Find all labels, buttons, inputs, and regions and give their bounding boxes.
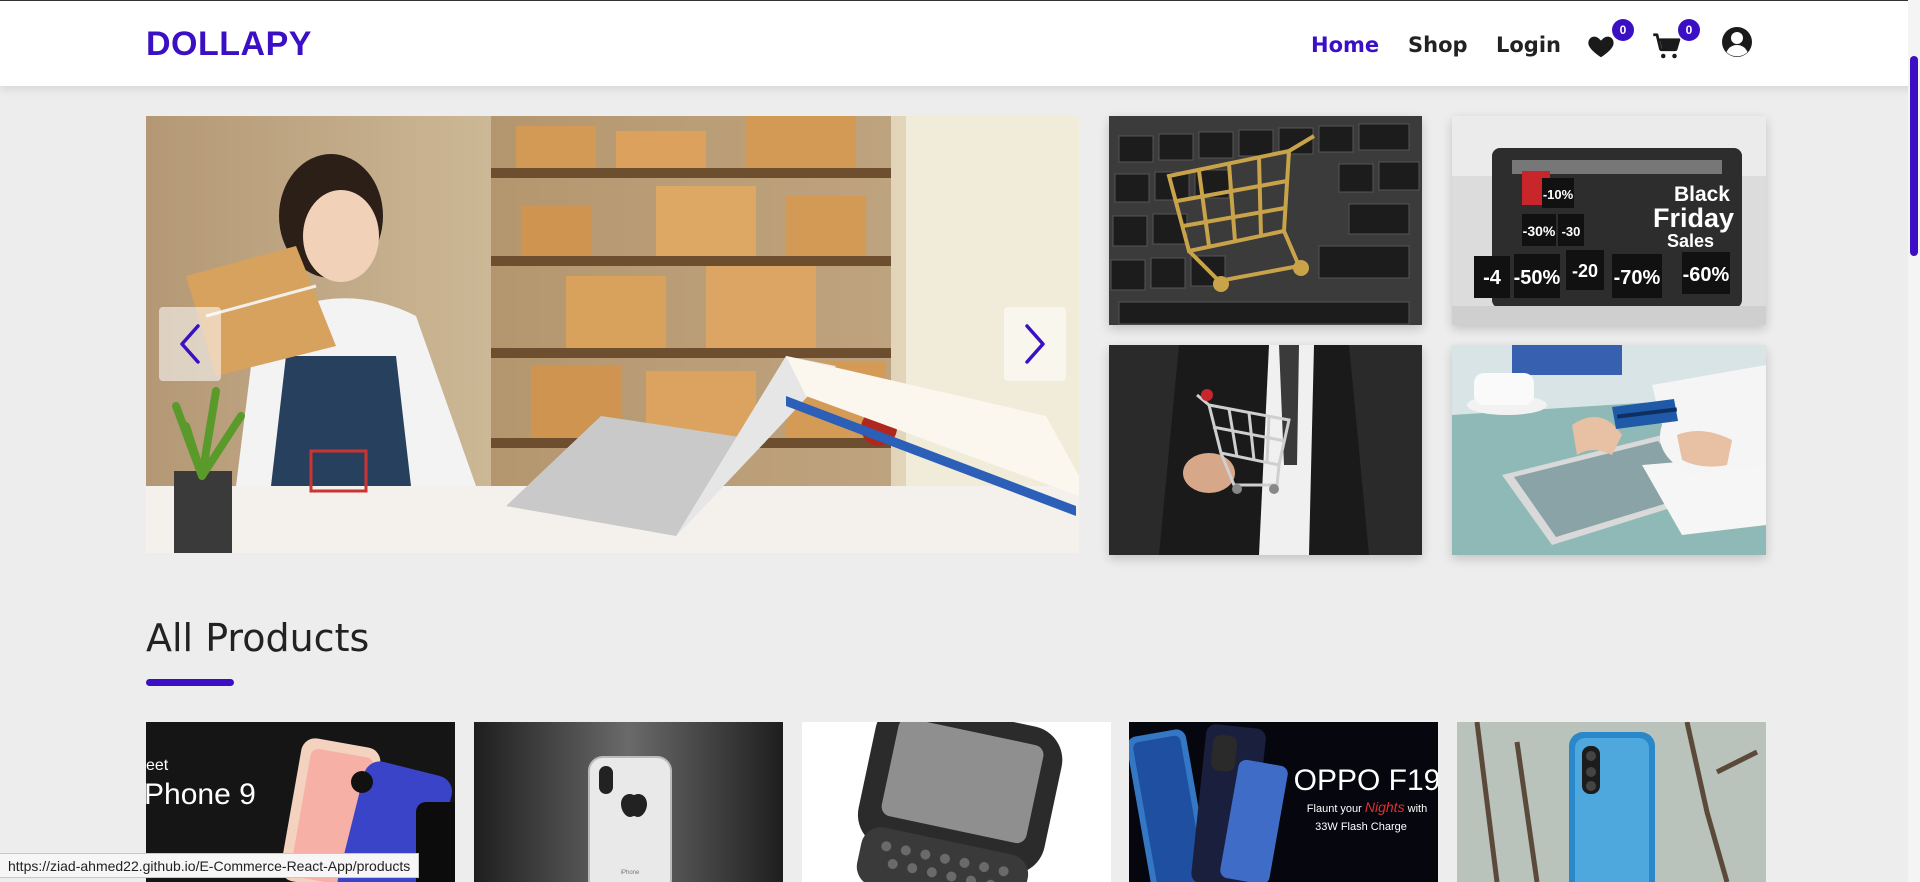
- bf-tag-8: -4: [1483, 267, 1502, 289]
- cart-count-badge: 0: [1678, 19, 1700, 41]
- carousel-prev-button[interactable]: [159, 307, 221, 381]
- link-status-tooltip: https://ziad-ahmed22.github.io/E-Commerc…: [0, 853, 420, 878]
- product-card[interactable]: [1457, 722, 1766, 882]
- section-title: All Products: [146, 616, 370, 660]
- promo-black-friday[interactable]: Black Friday Sales -10% -30% -30 -50% -2…: [1452, 116, 1766, 325]
- bf-tag-7: -60%: [1683, 264, 1730, 286]
- bf-tag-3: -30: [1562, 224, 1581, 239]
- chevron-right-icon: [1025, 324, 1045, 364]
- product-image: iPhone: [474, 722, 783, 882]
- wishlist-count-badge: 0: [1612, 19, 1634, 41]
- product-card[interactable]: [802, 722, 1111, 882]
- wishlist-button[interactable]: 0: [1586, 19, 1634, 63]
- brand-logo[interactable]: DOLLAPY: [146, 25, 312, 64]
- bf-tag-4: -50%: [1514, 267, 1561, 289]
- product-image: [1457, 722, 1766, 882]
- product-2-caption: iPhone: [621, 870, 640, 876]
- product-card[interactable]: iPhone: [474, 722, 783, 882]
- black-friday-line2: Friday: [1653, 203, 1734, 233]
- product-4-headline: OPPO F19: [1294, 764, 1438, 797]
- product-image: [802, 722, 1111, 882]
- site-header: DOLLAPY Home Shop Login 0 0: [0, 0, 1918, 86]
- section-title-underline: [146, 679, 234, 686]
- bf-tag-1: -10%: [1543, 187, 1574, 202]
- promo-keyboard-cart[interactable]: [1109, 116, 1422, 325]
- black-friday-line3: Sales: [1667, 231, 1714, 251]
- nav-home-link[interactable]: Home: [1311, 33, 1379, 57]
- black-friday-image: Black Friday Sales -10% -30% -30 -50% -2…: [1452, 116, 1766, 325]
- nav-shop-link[interactable]: Shop: [1408, 33, 1468, 57]
- bf-tag-5: -20: [1572, 261, 1598, 281]
- heart-icon: [1588, 36, 1614, 58]
- chevron-left-icon: [180, 324, 200, 364]
- user-icon: [1722, 27, 1752, 57]
- product-1-caption-prefix: eet: [146, 757, 169, 774]
- bf-tag-6: -70%: [1614, 267, 1661, 289]
- product-1-caption: Phone 9: [146, 778, 256, 811]
- cart-icon: [1653, 33, 1681, 59]
- hero-carousel: [146, 116, 1079, 553]
- page-scrollbar-thumb[interactable]: [1910, 56, 1918, 256]
- product-card[interactable]: OPPO F19 Flaunt your Nights with 33W Fla…: [1129, 722, 1438, 882]
- nav-login-link[interactable]: Login: [1496, 33, 1561, 57]
- promo-businessman-cart[interactable]: [1109, 345, 1422, 555]
- product-4-tagline2: 33W Flash Charge: [1315, 821, 1407, 833]
- hero-slide-image: [146, 116, 1079, 553]
- tablet-payment-image: [1452, 345, 1766, 555]
- businessman-cart-image: [1109, 345, 1422, 555]
- cart-button[interactable]: 0: [1652, 19, 1700, 63]
- keyboard-cart-image: [1109, 116, 1422, 325]
- carousel-next-button[interactable]: [1004, 307, 1066, 381]
- bf-tag-2: -30%: [1523, 223, 1556, 239]
- product-image: OPPO F19 Flaunt your Nights with 33W Fla…: [1129, 722, 1438, 882]
- account-button[interactable]: [1721, 26, 1753, 58]
- promo-tablet-payment[interactable]: [1452, 345, 1766, 555]
